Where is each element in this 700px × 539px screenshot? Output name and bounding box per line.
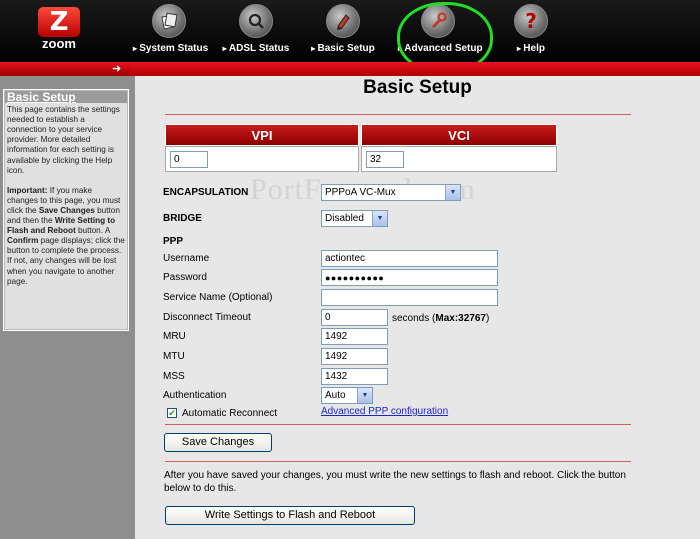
pencil-icon [326, 4, 360, 38]
timeout-max: Max:32767 [435, 313, 486, 324]
vpi-cell [165, 146, 359, 172]
sidebar-tab [0, 62, 130, 76]
zoom-logo[interactable]: Z zoom [36, 7, 82, 53]
mtu-input[interactable] [321, 348, 388, 365]
question-icon: ? [514, 4, 548, 38]
authentication-value: Auto [325, 390, 346, 401]
mss-label: MSS [163, 371, 185, 382]
vci-header: VCI [361, 124, 557, 146]
chevron-down-icon: ▼ [445, 185, 460, 200]
write-flash-reboot-button[interactable]: Write Settings to Flash and Reboot [165, 506, 415, 525]
help-confirm-bold: Confirm [7, 236, 39, 246]
help-text-3: button. A [75, 226, 110, 236]
bridge-label: BRIDGE [163, 213, 202, 224]
page-title: Basic Setup [363, 77, 472, 98]
vci-input[interactable] [366, 151, 404, 168]
help-panel: Basic Setup This page contains the setti… [3, 89, 129, 331]
nav-help-label: Help [508, 43, 554, 54]
mru-input[interactable] [321, 328, 388, 345]
main-content: Basic Setup PortForward.com VPI VCI ENCA… [135, 76, 700, 539]
logo-text: zoom [42, 36, 76, 51]
service-name-input[interactable] [321, 289, 498, 306]
max-close: ) [485, 313, 490, 324]
seconds-text: seconds [392, 313, 430, 324]
auto-reconnect-label: Automatic Reconnect [182, 408, 278, 419]
save-changes-button[interactable]: Save Changes [164, 433, 272, 452]
arrow-right-icon: ➜ [112, 63, 122, 75]
nav-basic-setup[interactable]: Basic Setup [310, 0, 376, 62]
encapsulation-value: PPPoA VC-Mux [325, 187, 396, 198]
help-title: Basic Setup [5, 91, 127, 104]
red-tab-strip: ➜ [0, 62, 700, 76]
encapsulation-select[interactable]: PPPoA VC-Mux ▼ [321, 184, 461, 201]
auto-reconnect-checkbox[interactable]: ✔ [167, 408, 177, 418]
title-divider [165, 114, 631, 115]
username-input[interactable] [321, 250, 498, 267]
timeout-unit: seconds (Max:32767) [392, 313, 489, 324]
help-save-bold: Save Changes [38, 205, 95, 215]
vpi-header: VPI [165, 124, 359, 146]
help-important: Important: If you make changes to this p… [7, 186, 125, 287]
status-icon [152, 4, 186, 38]
help-intro: This page contains the settings needed t… [7, 105, 120, 175]
nav-system-status[interactable]: System Status [133, 0, 208, 62]
disconnect-timeout-label: Disconnect Timeout [163, 312, 251, 323]
mru-label: MRU [163, 331, 186, 342]
vci-cell [361, 146, 557, 172]
sidebar: Basic Setup This page contains the setti… [0, 76, 135, 539]
service-name-label: Service Name (Optional) [163, 292, 273, 303]
username-label: Username [163, 253, 210, 264]
advanced-ppp-link[interactable]: Advanced PPP configuration [321, 406, 448, 417]
ppp-label: PPP [163, 236, 184, 247]
important-label: Important: [7, 185, 48, 195]
disconnect-timeout-input[interactable] [321, 309, 388, 326]
save-note: After you have saved your changes, you m… [164, 470, 626, 494]
note-divider [165, 461, 631, 462]
top-header: Z zoom System Status ADSL Status Basic S… [0, 0, 700, 74]
nav-adsl-status[interactable]: ADSL Status [222, 0, 290, 62]
form-divider [165, 424, 631, 425]
authentication-label: Authentication [163, 390, 227, 401]
logo-z-icon: Z [38, 7, 80, 37]
nav-help[interactable]: ? Help [508, 0, 554, 62]
nav-basic-setup-label: Basic Setup [310, 43, 376, 54]
encapsulation-label: ENCAPSULATION [163, 187, 249, 198]
nav-system-status-label: System Status [133, 43, 208, 54]
vpi-input[interactable] [170, 151, 208, 168]
mtu-label: MTU [163, 351, 185, 362]
bridge-value: Disabled [325, 213, 364, 224]
authentication-select[interactable]: Auto ▼ [321, 387, 373, 404]
mss-input[interactable] [321, 368, 388, 385]
bridge-select[interactable]: Disabled ▼ [321, 210, 388, 227]
nav-adsl-status-label: ADSL Status [222, 43, 290, 54]
chevron-down-icon: ▼ [357, 388, 372, 403]
magnifier-icon [239, 4, 273, 38]
chevron-down-icon: ▼ [372, 211, 387, 226]
password-input[interactable]: ●●●●●●●●●● [321, 269, 498, 286]
password-label: Password [163, 272, 207, 283]
